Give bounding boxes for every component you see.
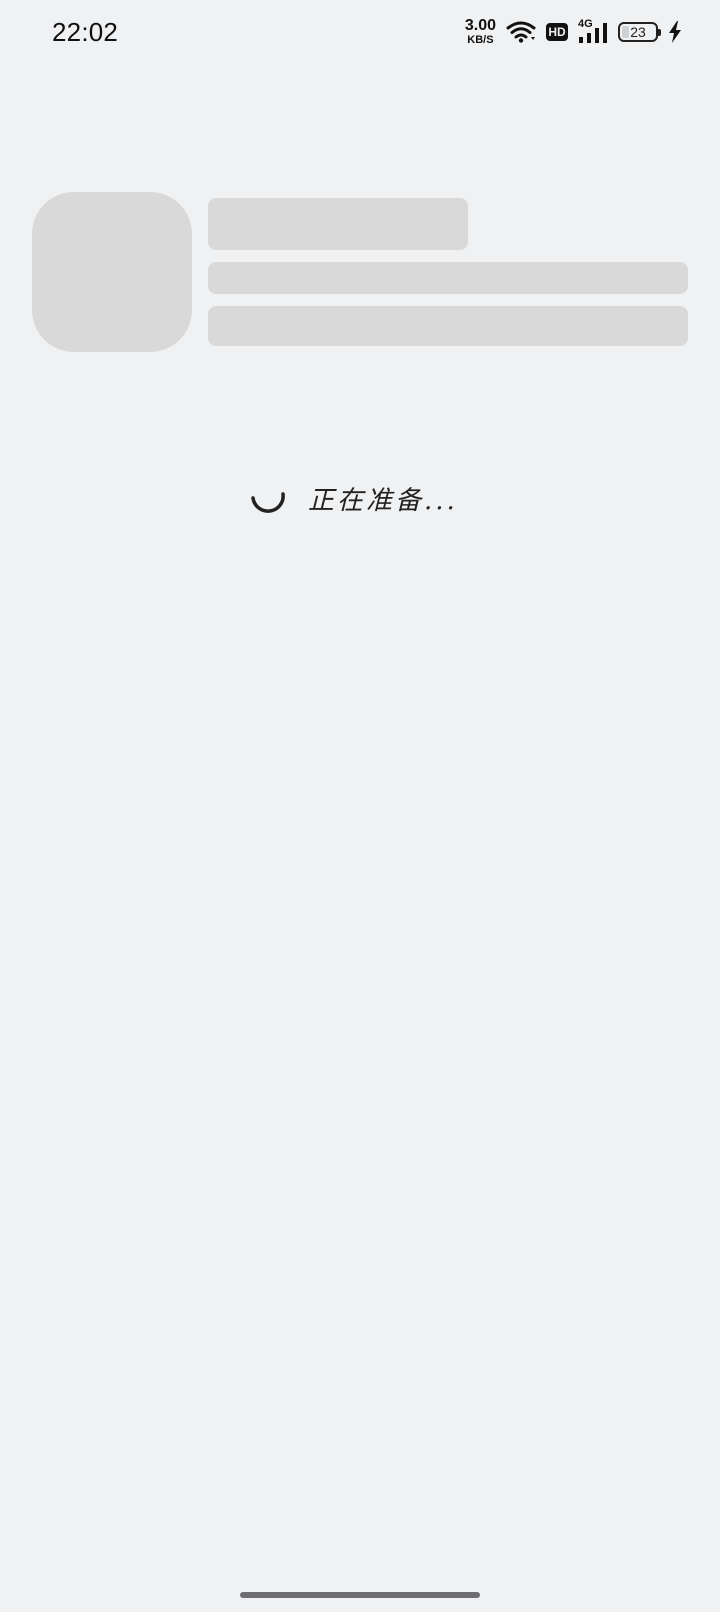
spinner-icon	[250, 480, 286, 516]
status-time: 22:02	[52, 17, 119, 47]
charging-icon	[668, 20, 682, 44]
network-speed-unit: KB/S	[467, 34, 494, 46]
status-bar: 22:02 3.00 KB/S HD 4G 23	[0, 0, 720, 64]
hd-icon: HD	[546, 23, 568, 41]
loading-indicator: 正在准备...	[250, 478, 458, 518]
signal-icon: 4G	[578, 18, 608, 44]
app-icon-placeholder	[32, 192, 192, 352]
network-speed: 3.00 KB/S	[465, 18, 496, 46]
wifi-icon	[506, 20, 536, 44]
battery-icon: 23	[618, 22, 661, 42]
network-speed-value: 3.00	[464, 17, 496, 34]
battery-percent: 23	[630, 24, 646, 40]
description-placeholder	[208, 306, 688, 346]
home-indicator[interactable]	[240, 1592, 480, 1598]
subtitle-placeholder	[208, 262, 688, 294]
title-placeholder	[208, 198, 468, 250]
status-icons: 3.00 KB/S HD 4G 23	[465, 18, 682, 46]
loading-text: 正在准备...	[308, 485, 458, 516]
